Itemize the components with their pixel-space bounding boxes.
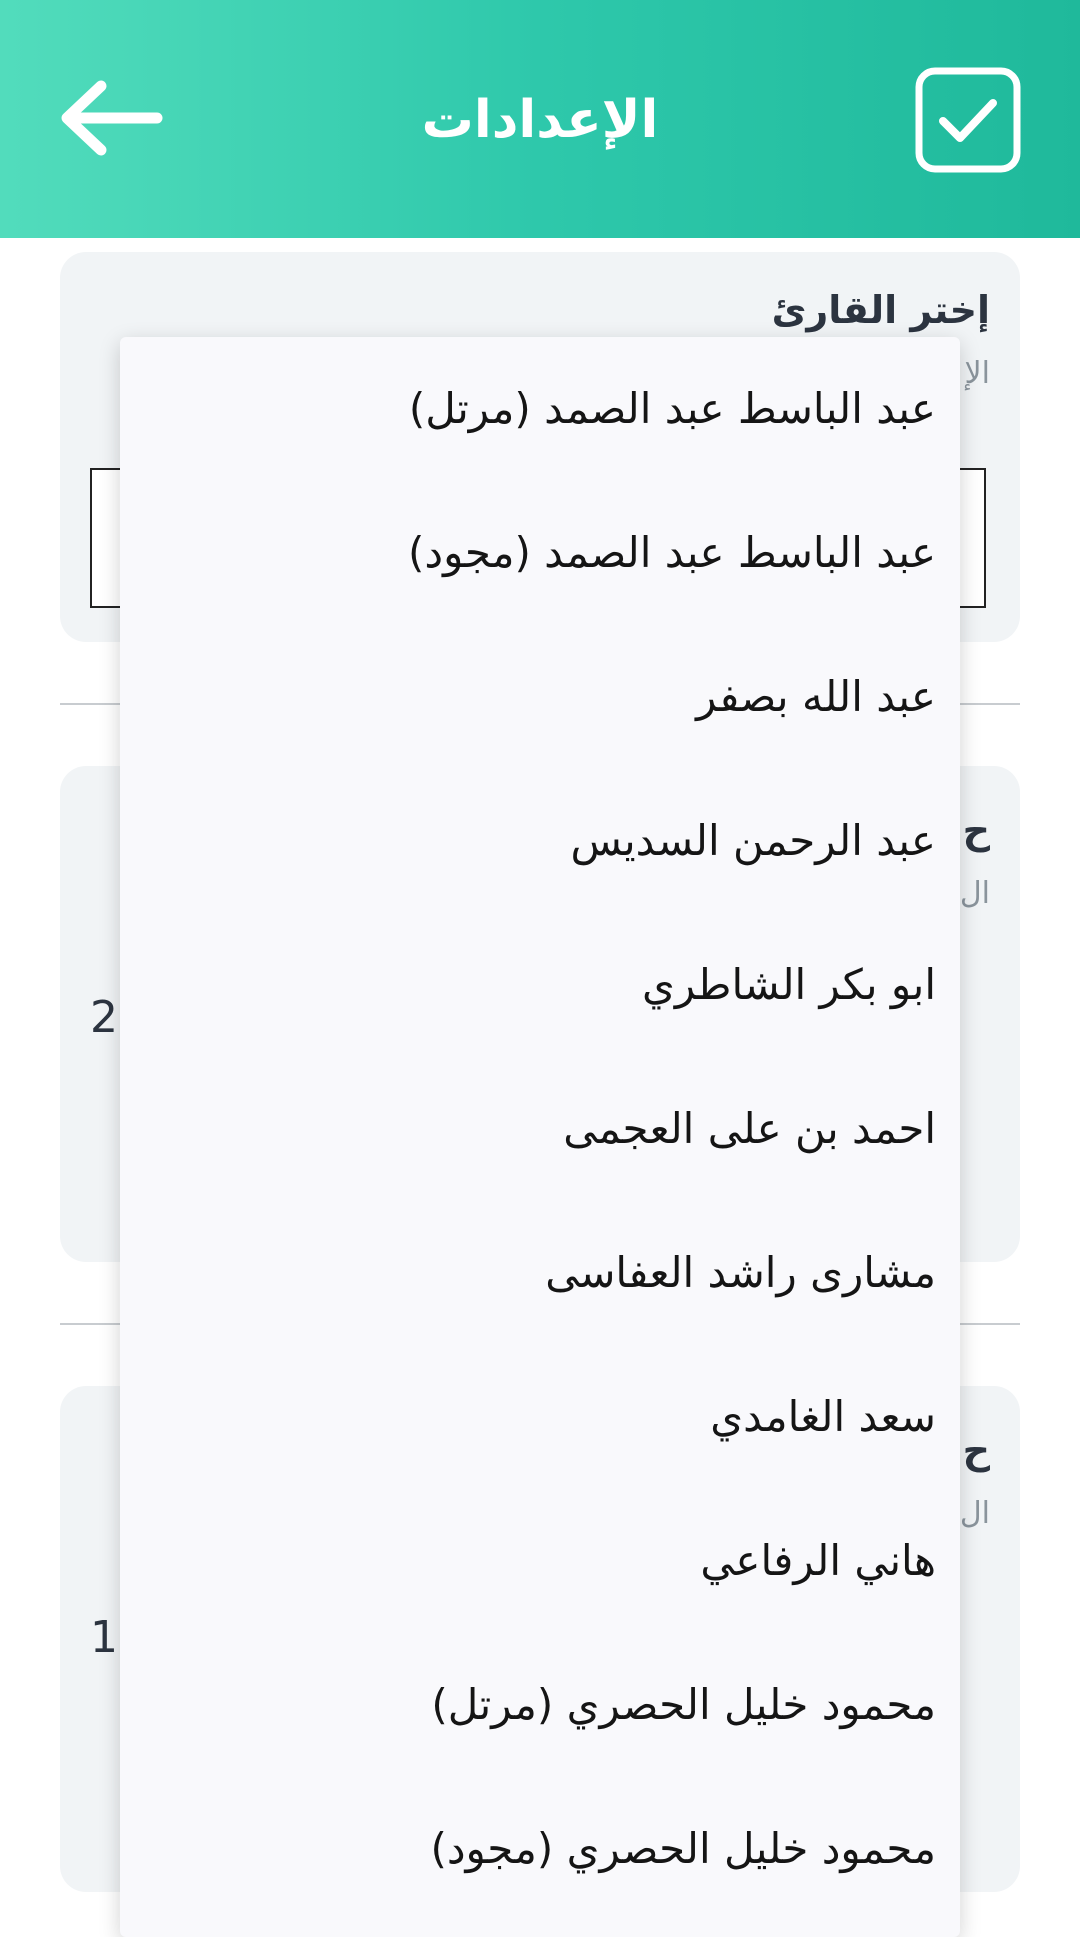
- setting-card-2-subtitle: ال: [959, 876, 990, 911]
- reciter-card-title: إختر القارئ: [771, 288, 990, 332]
- dropdown-item-reciter[interactable]: مشاری راشد العفاسی: [120, 1201, 960, 1345]
- checkbox-check-icon: [915, 67, 1021, 173]
- dropdown-item-reciter[interactable]: ابو بكر الشاطري: [120, 913, 960, 1057]
- arrow-left-icon: [61, 80, 163, 156]
- dropdown-item-reciter[interactable]: هاني الرفاعي: [120, 1489, 960, 1633]
- dropdown-item-reciter[interactable]: محمود خليل الحصري (مجود): [120, 1777, 960, 1921]
- back-button[interactable]: [52, 68, 172, 168]
- dropdown-item-reciter[interactable]: عبد الرحمن السديس: [120, 769, 960, 913]
- reciter-card-subtitle: الإ: [964, 356, 990, 391]
- dropdown-item-reciter[interactable]: عبد الباسط عبد الصمد (مرتل): [120, 337, 960, 481]
- setting-card-3-value: 1: [90, 1612, 118, 1663]
- dropdown-item-reciter[interactable]: عبد الباسط عبد الصمد (مجود): [120, 481, 960, 625]
- setting-card-3-subtitle: ال: [959, 1496, 990, 1531]
- setting-card-2-title: ح: [962, 808, 990, 852]
- save-button[interactable]: [910, 62, 1026, 178]
- dropdown-item-reciter[interactable]: محمود خليل الحصري (مرتل): [120, 1633, 960, 1777]
- page-title: الإعدادات: [421, 90, 659, 150]
- reciter-dropdown-menu: عبد الباسط عبد الصمد (مرتل) عبد الباسط ع…: [120, 337, 960, 1937]
- setting-card-3-title: ح: [962, 1428, 990, 1472]
- setting-card-2-value: 2: [90, 992, 118, 1043]
- dropdown-item-reciter[interactable]: عبد الله بصفر: [120, 625, 960, 769]
- app-bar: الإعدادات: [0, 0, 1080, 238]
- dropdown-item-reciter[interactable]: احمد بن علی العجمی: [120, 1057, 960, 1201]
- dropdown-item-reciter[interactable]: سعد الغامدي: [120, 1345, 960, 1489]
